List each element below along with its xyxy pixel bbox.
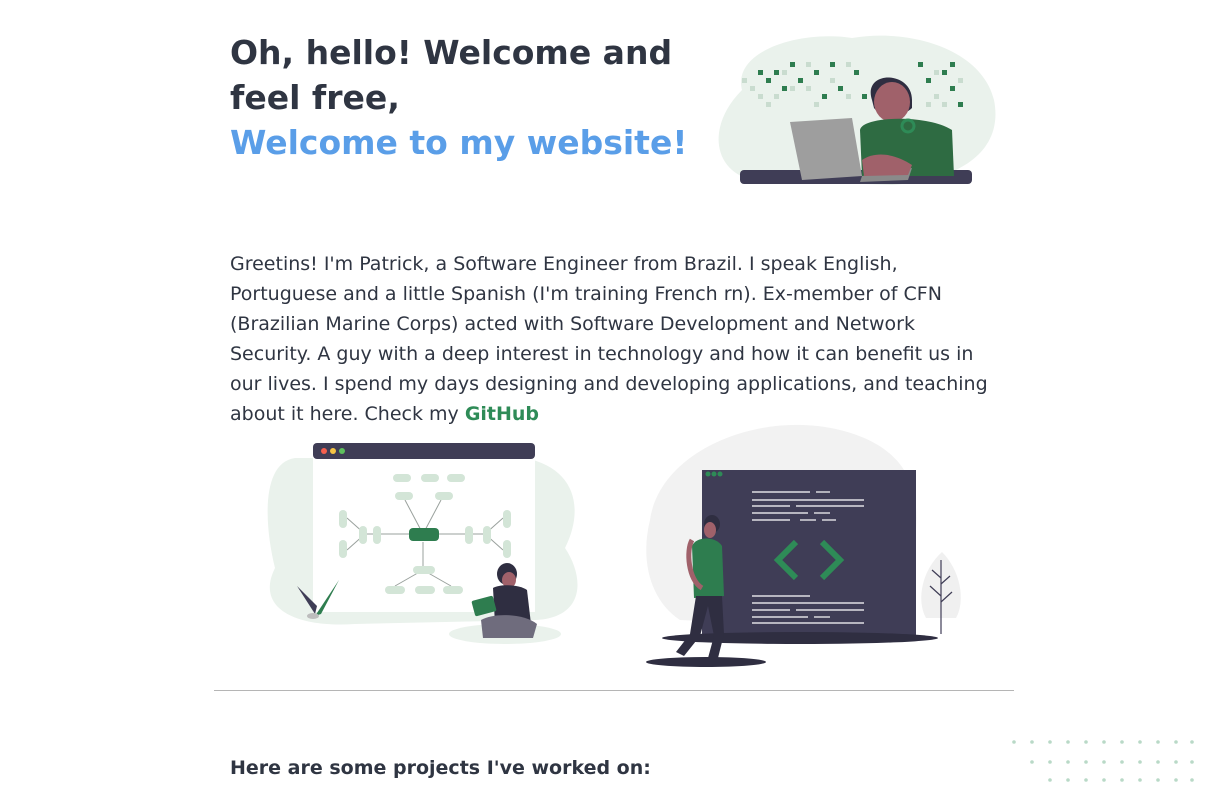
hero-title-line: Oh, hello! Welcome and feel free, (230, 33, 673, 117)
projects-heading: Here are some projects I've worked on: (230, 757, 651, 779)
mind-map-illustration (267, 443, 578, 644)
hero-title: Oh, hello! Welcome and feel free, Welcom… (230, 30, 700, 165)
section-divider (214, 690, 1014, 691)
intro-text: Greetins! I'm Patrick, a Software Engine… (230, 253, 988, 425)
intro-paragraph: Greetins! I'm Patrick, a Software Engine… (230, 249, 990, 429)
github-link[interactable]: GitHub (465, 403, 539, 425)
page: Oh, hello! Welcome and feel free, Welcom… (0, 0, 1229, 788)
person-with-laptop-illustration (718, 35, 996, 185)
code-window-illustration (646, 424, 961, 667)
dot-grid-decoration (1012, 740, 1194, 782)
hero-title-accent: Welcome to my website! (230, 123, 688, 162)
